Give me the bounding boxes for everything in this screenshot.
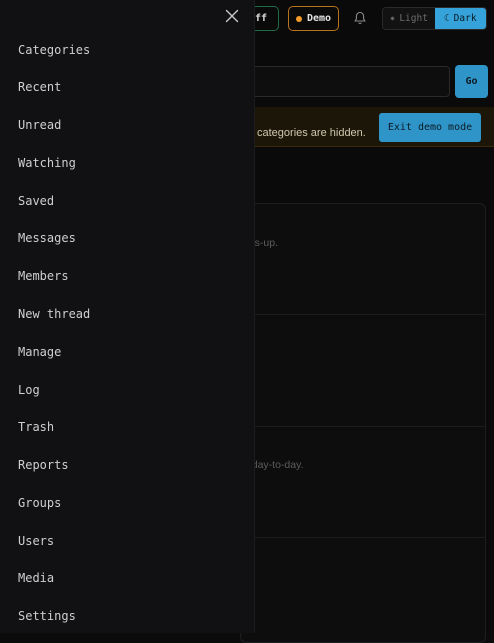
nav-item-log[interactable]: Log [18, 383, 40, 397]
theme-dark-option[interactable]: ☾ Dark [434, 8, 486, 29]
theme-light-label: Light [399, 13, 428, 24]
moon-icon: ☾ [443, 13, 450, 24]
nav-item-groups[interactable]: Groups [18, 496, 61, 510]
theme-light-option[interactable]: ✷ Light [383, 8, 435, 29]
go-button[interactable]: Go [455, 65, 488, 98]
nav-item-members[interactable]: Members [18, 269, 69, 283]
bell-icon[interactable] [352, 10, 368, 26]
theme-dark-label: Dark [453, 13, 477, 24]
card-divider [241, 314, 485, 315]
nav-item-new-thread[interactable]: New thread [18, 307, 90, 321]
nav-item-settings[interactable]: Settings [18, 609, 76, 623]
demo-badge-label: Demo [306, 13, 332, 24]
card-divider [241, 537, 485, 538]
content-card: ads-up. e day-to-day. s [240, 203, 486, 643]
nav-item-unread[interactable]: Unread [18, 118, 61, 132]
nav-item-categories[interactable]: Categories [18, 43, 90, 57]
close-icon[interactable] [223, 7, 241, 25]
banner-text: categories are hidden. [257, 127, 366, 139]
nav-item-media[interactable]: Media [18, 571, 54, 585]
nav-item-saved[interactable]: Saved [18, 194, 54, 208]
nav-item-manage[interactable]: Manage [18, 345, 61, 359]
nav-drawer: Categories Recent Unread Watching Saved … [0, 0, 255, 633]
nav-item-recent[interactable]: Recent [18, 80, 61, 94]
nav-item-messages[interactable]: Messages [18, 231, 76, 245]
nav-item-reports[interactable]: Reports [18, 458, 69, 472]
search-input[interactable] [240, 66, 450, 97]
exit-demo-button[interactable]: Exit demo mode [379, 113, 481, 142]
card-divider [241, 426, 485, 427]
nav-item-users[interactable]: Users [18, 534, 54, 548]
sun-icon: ✷ [389, 13, 396, 24]
theme-toggle: ✷ Light ☾ Dark [382, 7, 487, 30]
nav-item-watching[interactable]: Watching [18, 156, 76, 170]
demo-badge[interactable]: Demo [288, 6, 339, 31]
demo-status-dot [295, 15, 302, 22]
nav-item-trash[interactable]: Trash [18, 420, 54, 434]
